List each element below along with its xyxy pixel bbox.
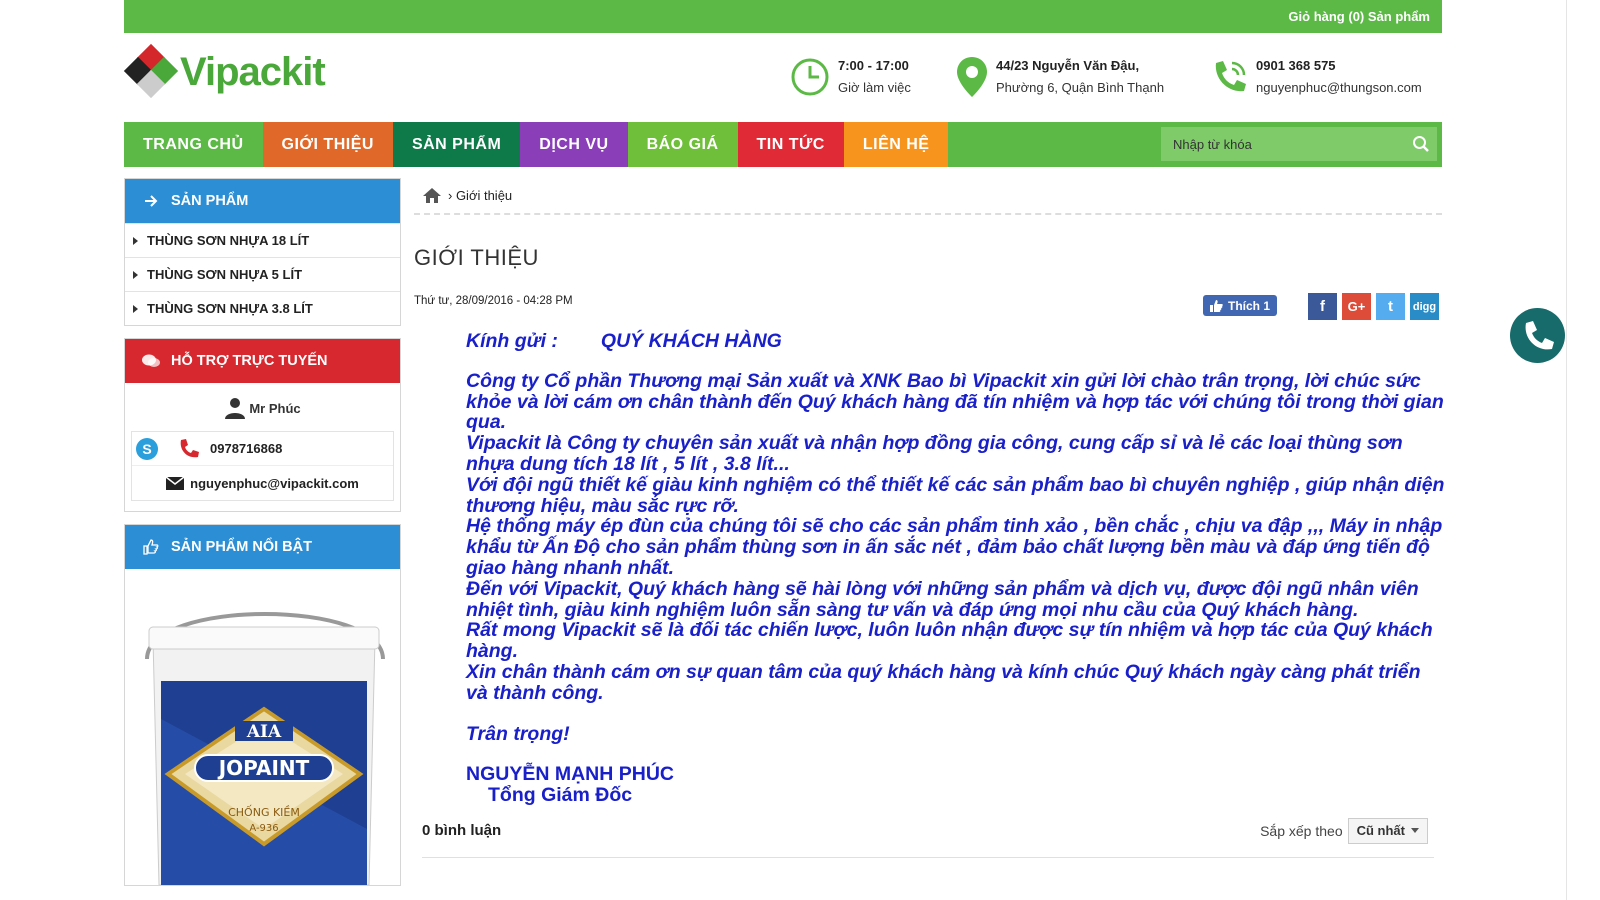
support-email-row: nguyenphuc@vipackit.com bbox=[132, 466, 393, 500]
working-hours: 7:00 - 17:00 Giờ làm việc bbox=[790, 55, 911, 99]
nav-gioi-thieu[interactable]: GIỚI THIỆU bbox=[262, 122, 393, 167]
main-content: › Giới thiệu GIỚI THIỆU Thứ tư, 28/09/20… bbox=[414, 178, 1444, 858]
nav-bao-gia[interactable]: BÁO GIÁ bbox=[627, 122, 738, 167]
nav-dich-vu[interactable]: DỊCH VỤ bbox=[520, 122, 628, 167]
address-line2: Phường 6, Quận Bình Thạnh bbox=[996, 80, 1165, 95]
cart-link[interactable]: Giỏ hàng (0) Sản phẩm bbox=[1288, 9, 1430, 24]
thumbs-up-icon bbox=[1210, 299, 1223, 312]
search-input[interactable] bbox=[1161, 127, 1405, 161]
address-line1: 44/23 Nguyễn Văn Đậu, bbox=[996, 58, 1140, 73]
product-brand: AIA bbox=[246, 722, 282, 742]
letter-paragraph: Hệ thống máy ép đùn của chúng tôi sẽ cho… bbox=[466, 515, 1443, 579]
page-wrapper: Giỏ hàng (0) Sản phẩm Vipackit 7:00 - 17… bbox=[123, 0, 1442, 167]
logo-mark-icon bbox=[123, 43, 179, 99]
online-support-box: HỖ TRỢ TRỰC TUYẾN Mr Phúc S 0978716868 n… bbox=[124, 338, 401, 512]
category-item[interactable]: THÙNG SƠN NHỰA 5 LÍT bbox=[125, 257, 400, 291]
search-box bbox=[1161, 127, 1437, 161]
page-right-border bbox=[1566, 0, 1567, 900]
category-item[interactable]: THÙNG SƠN NHỰA 18 LÍT bbox=[125, 223, 400, 257]
breadcrumb: › Giới thiệu bbox=[414, 178, 1442, 215]
digg-share-icon[interactable]: digg bbox=[1410, 293, 1439, 320]
logo-text: Vipackit bbox=[180, 49, 326, 94]
thumbs-up-icon bbox=[137, 539, 165, 555]
letter-paragraph: Rất mong Vipackit sẽ là đối tác chiến lư… bbox=[466, 619, 1433, 663]
contact-phone[interactable]: 0901 368 575 bbox=[1256, 58, 1336, 73]
caret-down-icon bbox=[1411, 828, 1419, 834]
product-category-header: SẢN PHẨM bbox=[125, 179, 400, 223]
featured-header: SẢN PHẨM NỔI BẬT bbox=[125, 525, 400, 569]
facebook-like-button[interactable]: Thích 1 bbox=[1203, 295, 1278, 316]
share-buttons: f G+ t digg bbox=[1308, 293, 1439, 320]
nav-tin-tuc[interactable]: TIN TỨC bbox=[737, 122, 844, 167]
featured-box: SẢN PHẨM NỔI BẬT AIA JOPAINT CHỐNG KIỀM … bbox=[124, 524, 401, 886]
product-category-box: SẢN PHẨM THÙNG SƠN NHỰA 18 LÍT THÙNG SƠN… bbox=[124, 178, 401, 326]
phone-icon bbox=[180, 438, 199, 457]
comment-count: 0 bình luận bbox=[422, 821, 502, 839]
support-phone-row: S 0978716868 bbox=[132, 432, 393, 466]
letter-body: Kính gửi : QUÝ KHÁCH HÀNG Công ty Cổ phần… bbox=[466, 331, 1446, 806]
support-content: Mr Phúc S 0978716868 nguyenphuc@vipackit… bbox=[125, 383, 400, 511]
comments-bar: 0 bình luận Sắp xếp theo Cũ nhất bbox=[422, 817, 1434, 858]
comment-sort: Sắp xếp theo Cũ nhất bbox=[1260, 817, 1428, 844]
chat-icon bbox=[137, 353, 165, 369]
twitter-share-icon[interactable]: t bbox=[1376, 293, 1405, 320]
phone-icon bbox=[1215, 61, 1246, 92]
facebook-share-icon[interactable]: f bbox=[1308, 293, 1337, 320]
support-email[interactable]: nguyenphuc@vipackit.com bbox=[190, 476, 359, 491]
logo[interactable]: Vipackit bbox=[123, 43, 326, 99]
contact-info: 0901 368 575 nguyenphuc@thungson.com bbox=[1208, 55, 1422, 99]
envelope-icon bbox=[166, 476, 185, 490]
post-meta: Thứ tư, 28/09/2016 - 04:28 PM Thích 1 f … bbox=[414, 293, 1442, 325]
category-item[interactable]: THÙNG SƠN NHỰA 3.8 LÍT bbox=[125, 291, 400, 325]
letter-signer: NGUYỄN MẠNH PHÚC bbox=[466, 763, 675, 786]
support-phone[interactable]: 0978716868 bbox=[210, 441, 282, 456]
sort-select[interactable]: Cũ nhất bbox=[1347, 817, 1428, 844]
letter-paragraph: Xin chân thành cám ơn sự quan tâm của qu… bbox=[466, 660, 1421, 704]
post-date: Thứ tư, 28/09/2016 - 04:28 PM bbox=[414, 295, 573, 307]
letter-paragraph: Đến với Vipackit, Quý khách hàng sẽ hài … bbox=[466, 577, 1419, 621]
nav-lien-he[interactable]: LIÊN HỆ bbox=[843, 122, 949, 167]
sidebar: SẢN PHẨM THÙNG SƠN NHỰA 18 LÍT THÙNG SƠN… bbox=[124, 178, 401, 898]
support-card: S 0978716868 nguyenphuc@vipackit.com bbox=[131, 431, 394, 501]
hours-time: 7:00 - 17:00 bbox=[838, 58, 909, 73]
search-icon[interactable] bbox=[1405, 135, 1437, 153]
letter-regards: Trân trọng! bbox=[466, 722, 570, 745]
home-icon[interactable] bbox=[422, 187, 442, 204]
support-person: Mr Phúc bbox=[131, 393, 394, 423]
skype-icon[interactable]: S bbox=[136, 437, 158, 460]
product-name: JOPAINT bbox=[217, 756, 310, 780]
clock-icon bbox=[791, 58, 829, 96]
letter-greeting: Kính gửi : QUÝ KHÁCH HÀNG bbox=[466, 330, 782, 352]
page-title: GIỚI THIỆU bbox=[414, 245, 539, 270]
user-icon bbox=[225, 398, 246, 419]
arrow-right-icon bbox=[137, 195, 165, 207]
contact-email[interactable]: nguyenphuc@thungson.com bbox=[1256, 80, 1422, 95]
nav-san-pham[interactable]: SẢN PHẨM bbox=[392, 122, 521, 167]
google-plus-share-icon[interactable]: G+ bbox=[1342, 293, 1371, 320]
letter-paragraph: Công ty Cổ phần Thương mại Sản xuất và X… bbox=[466, 369, 1444, 434]
map-pin-icon bbox=[957, 57, 987, 97]
product-tag1: CHỐNG KIỀM bbox=[228, 805, 300, 819]
floating-call-button[interactable] bbox=[1510, 308, 1565, 363]
main-nav: TRANG CHỦ GIỚI THIỆU SẢN PHẨM DỊCH VỤ BÁ… bbox=[124, 122, 1442, 167]
header: Vipackit 7:00 - 17:00 Giờ làm việc 44/23 … bbox=[123, 33, 1442, 122]
letter-paragraph: Với đội ngũ thiết kế giàu kinh nghiệm có… bbox=[466, 473, 1445, 517]
product-tag2: A-936 bbox=[249, 823, 278, 834]
sort-label: Sắp xếp theo bbox=[1260, 822, 1343, 839]
online-support-header: HỖ TRỢ TRỰC TUYẾN bbox=[125, 339, 400, 383]
featured-product-image[interactable]: AIA JOPAINT CHỐNG KIỀM A-936 bbox=[125, 569, 400, 885]
phone-icon bbox=[1525, 320, 1554, 349]
top-bar: Giỏ hàng (0) Sản phẩm bbox=[124, 0, 1442, 33]
nav-trang-chu[interactable]: TRANG CHỦ bbox=[124, 122, 263, 167]
hours-label: Giờ làm việc bbox=[838, 80, 911, 95]
address: 44/23 Nguyễn Văn Đậu, Phường 6, Quận Bình… bbox=[954, 55, 1164, 99]
letter-paragraph: Vipackit là Công ty chuyên sản xuất và n… bbox=[466, 432, 1403, 475]
breadcrumb-current[interactable]: › Giới thiệu bbox=[448, 188, 512, 203]
letter-position: Tổng Giám Đốc bbox=[488, 784, 633, 807]
